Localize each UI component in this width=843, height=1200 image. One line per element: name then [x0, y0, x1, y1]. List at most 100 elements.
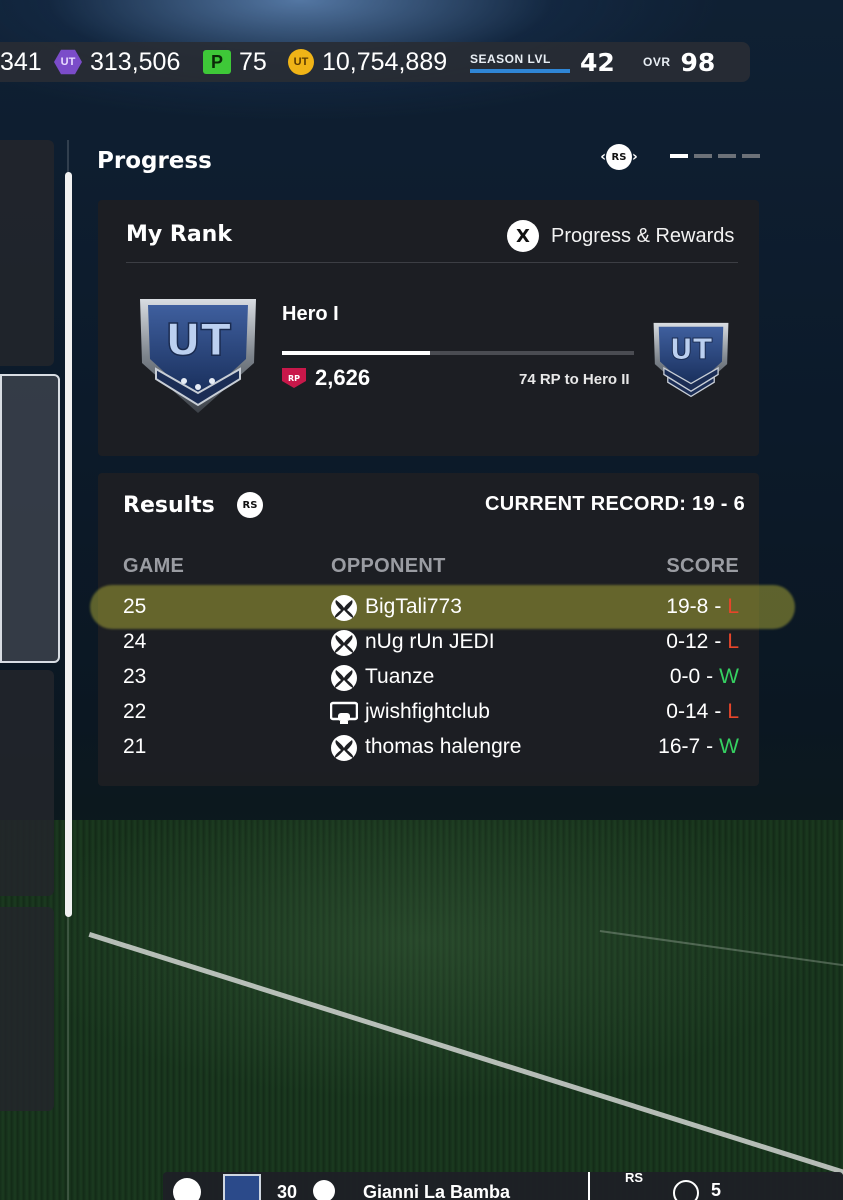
- rank-progress-bar: [282, 351, 634, 355]
- ovr: OVR 98: [643, 42, 715, 82]
- results-title: Results: [123, 493, 215, 518]
- xbox-platform-icon: [330, 734, 358, 762]
- currency-bar: 341 UT 313,506 P 75 UT 10,754,889 SEASON…: [0, 42, 750, 82]
- my-rank-card: My Rank X Progress & Rewards UT Hero I R…: [98, 200, 759, 456]
- ut-coins-value: 10,754,889: [322, 47, 448, 76]
- scroll-thumb[interactable]: [65, 172, 72, 917]
- left-panel-4[interactable]: [0, 907, 54, 1111]
- currency-partial-value: 341: [0, 47, 42, 76]
- opponent-name: nUg rUn JEDI: [365, 630, 495, 653]
- season-level-label-group: SEASON LVL: [470, 42, 570, 82]
- score-separator: -: [706, 735, 714, 758]
- score-separator: -: [714, 630, 722, 653]
- xbox-platform-icon: [330, 629, 358, 657]
- season-level: 42: [580, 42, 615, 82]
- score-cell: 0-12- L: [666, 630, 739, 654]
- ut-coins-icon: UT: [288, 49, 314, 75]
- table-row[interactable]: 22 jwishfightclub 0-14- L: [98, 696, 759, 731]
- bottom-player-bar: 30 Gianni La Bamba RS 5: [163, 1170, 843, 1200]
- page-dot[interactable]: [670, 154, 688, 158]
- rs-page-toggle[interactable]: ‹ RS ›: [596, 143, 642, 171]
- page-title: Progress: [97, 148, 212, 174]
- result-badge: W: [719, 665, 739, 688]
- page-dot[interactable]: [718, 154, 736, 158]
- column-header-opponent: OPPONENT: [331, 555, 446, 577]
- score-value: 0-0: [669, 665, 701, 688]
- results-card: Results RS CURRENT RECORD: 19 - 6 GAME O…: [90, 473, 795, 786]
- chevron-right-icon: ›: [632, 149, 638, 165]
- trailing-value: 5: [711, 1180, 722, 1200]
- result-badge: W: [719, 735, 739, 758]
- ovr-label: OVR: [643, 55, 671, 69]
- xbox-platform-icon: [330, 664, 358, 692]
- menu-button-icon[interactable]: [173, 1178, 201, 1200]
- currency-points: P 75: [203, 42, 267, 82]
- score-separator: -: [706, 665, 714, 688]
- ut-purple-icon: UT: [54, 49, 82, 75]
- xbox-platform-icon: [330, 594, 358, 622]
- nfl-shield-icon: [223, 1174, 261, 1200]
- opponent-name: thomas halengre: [365, 735, 522, 758]
- stadium-field-background: [0, 820, 843, 1200]
- opponent-name: BigTali773: [365, 595, 462, 618]
- result-badge: L: [727, 630, 739, 653]
- pc-platform-icon: [329, 699, 359, 727]
- column-header-score: SCORE: [666, 555, 739, 577]
- page-dot[interactable]: [694, 154, 712, 158]
- score-value: 0-12: [666, 630, 709, 653]
- divider: [588, 1172, 590, 1200]
- player-name: Gianni La Bamba: [363, 1182, 511, 1200]
- season-level-value: 42: [580, 47, 615, 77]
- current-record: CURRENT RECORD: 19 - 6: [485, 493, 745, 515]
- x-button-icon[interactable]: X: [507, 220, 539, 252]
- opponent-name: jwishfightclub: [365, 700, 490, 723]
- currency-partial: 341: [0, 42, 42, 82]
- opponent-name: Tuanze: [365, 665, 435, 688]
- page-dot[interactable]: [742, 154, 760, 158]
- xbox-icon: [313, 1180, 335, 1200]
- game-number: 24: [123, 630, 147, 653]
- score-value: 0-14: [666, 700, 709, 723]
- rs-stick-icon: RS: [606, 144, 632, 170]
- ovr-value: 98: [680, 47, 716, 77]
- ut-purple-value: 313,506: [90, 47, 181, 76]
- column-header-game: GAME: [123, 555, 185, 577]
- rp-to-next-rank: 74 RP to Hero II: [519, 371, 630, 388]
- table-row[interactable]: 23 Tuanze 0-0- W: [98, 661, 759, 696]
- rs-stick-icon[interactable]: RS: [625, 1170, 643, 1185]
- svg-text:UT: UT: [165, 315, 231, 366]
- rp-icon: RP: [282, 368, 306, 388]
- rank-name: Hero I: [282, 303, 339, 325]
- score-value: 19-8: [666, 595, 709, 618]
- table-row[interactable]: 21 thomas halengre 16-7- W: [98, 731, 759, 766]
- points-icon: P: [203, 50, 231, 74]
- score-value: 16-7: [658, 735, 701, 758]
- current-rank-badge-icon: UT: [140, 299, 256, 413]
- progress-rewards-link[interactable]: Progress & Rewards: [551, 225, 734, 248]
- season-level-bar: [470, 68, 570, 73]
- page-indicator: [670, 154, 760, 158]
- table-row[interactable]: 24 nUg rUn JEDI 0-12- L: [98, 626, 759, 661]
- zoom-icon[interactable]: [673, 1180, 699, 1200]
- score-cell: 19-8- L: [666, 595, 739, 619]
- my-rank-title: My Rank: [126, 222, 232, 247]
- left-panel-1[interactable]: [0, 140, 54, 366]
- rs-stick-icon[interactable]: RS: [237, 492, 263, 518]
- game-number: 23: [123, 665, 147, 688]
- left-panel-selected[interactable]: [0, 374, 60, 663]
- season-level-label: SEASON LVL: [470, 51, 551, 66]
- score-cell: 16-7- W: [658, 735, 739, 759]
- rank-progress-fill: [282, 351, 430, 355]
- score-separator: -: [714, 700, 722, 723]
- divider: [126, 262, 738, 263]
- table-row[interactable]: 25 BigTali773 19-8- L: [98, 591, 759, 626]
- score-cell: 0-0- W: [670, 665, 739, 689]
- game-number: 25: [123, 595, 147, 618]
- score-cell: 0-14- L: [666, 700, 739, 724]
- left-panel-3[interactable]: [0, 670, 54, 896]
- game-number: 21: [123, 735, 147, 758]
- rp-value: 2,626: [315, 365, 371, 390]
- currency-ut-coins: UT 10,754,889: [288, 42, 447, 82]
- result-badge: L: [727, 700, 739, 723]
- result-badge: L: [727, 595, 739, 618]
